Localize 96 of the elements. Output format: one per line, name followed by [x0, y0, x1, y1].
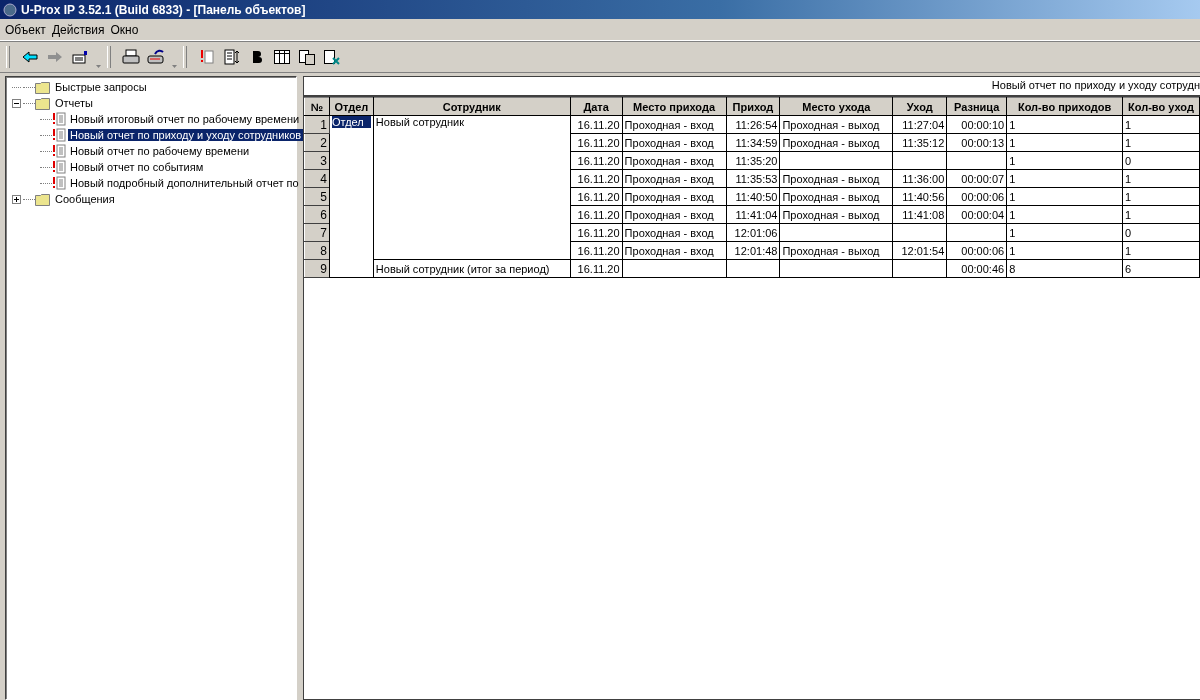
table-cell: 00:00:06 [946, 241, 1007, 260]
table-cell [892, 259, 947, 278]
table-cell: Проходная - вход [622, 169, 726, 188]
menu-item[interactable]: Действия [48, 22, 108, 37]
table-cell: 11:26:54 [726, 115, 780, 134]
table-cell [946, 223, 1007, 242]
window-title: U-Prox IP 3.52.1 (Build 6833) - [Панель объектов] [21, 2, 306, 17]
table-cell: 1 [1006, 115, 1123, 134]
collapse-toggle[interactable] [12, 98, 21, 108]
table-cell: Проходная - вход [622, 133, 726, 152]
column-header[interactable]: Место ухода [779, 97, 893, 116]
table-cell: 1 [1122, 241, 1200, 260]
column-header[interactable]: Дата [570, 97, 623, 116]
table-cell: Новый сотрудник [373, 115, 571, 260]
tree-item[interactable]: Быстрые запросы [53, 81, 149, 93]
table-cell: 12:01:06 [726, 223, 780, 242]
table-cell: 1 [1006, 241, 1123, 260]
table-cell: 0 [1122, 223, 1200, 242]
table-cell: Проходная - выход [779, 241, 893, 260]
table-cell: 11:41:04 [726, 205, 780, 224]
table-cell: 16.11.20 [570, 259, 623, 278]
table-cell: 00:00:04 [946, 205, 1007, 224]
tree-item[interactable]: Новый итоговый отчет по рабочему времени [68, 113, 302, 125]
table-cell: 16.11.20 [570, 169, 623, 188]
table-cell: 16.11.20 [570, 115, 623, 134]
table-cell: 11:40:50 [726, 187, 780, 206]
column-header[interactable]: Разница [946, 97, 1007, 116]
table-cell: 1 [1122, 169, 1200, 188]
table-cell: 1 [1006, 133, 1123, 152]
table-cell: 11:35:12 [892, 133, 947, 152]
table-cell: 1 [1006, 151, 1123, 170]
tree-item[interactable]: Новый подробный дополнительный отчет по [68, 177, 301, 189]
table-cell: 11:36:00 [892, 169, 947, 188]
table-cell: 1 [1006, 187, 1123, 206]
table-cell: 16.11.20 [570, 187, 623, 206]
tree-item[interactable]: Отчеты [53, 97, 96, 109]
column-header[interactable]: № [304, 97, 330, 116]
table-cell: 8 [1006, 259, 1123, 278]
column-header[interactable]: Приход [726, 97, 780, 116]
column-header[interactable]: Кол-во приходов [1006, 97, 1123, 116]
table-cell: 11:27:04 [892, 115, 947, 134]
table-cell: 00:00:07 [946, 169, 1007, 188]
table-cell: 00:00:10 [946, 115, 1007, 134]
table-cell: 00:00:13 [946, 133, 1007, 152]
column-header[interactable]: Место прихода [622, 97, 726, 116]
app-icon [3, 2, 17, 17]
table-cell: 0 [1122, 151, 1200, 170]
expand-toggle[interactable] [12, 194, 21, 204]
table-cell: 1 [1006, 169, 1123, 188]
table-cell: Проходная - вход [622, 223, 726, 242]
menu-item[interactable]: Объект [2, 22, 49, 37]
table-cell: Проходная - вход [622, 241, 726, 260]
table-cell: Проходная - выход [779, 205, 893, 224]
column-header[interactable]: Кол-во уход [1122, 97, 1200, 116]
table-cell: 1 [1122, 187, 1200, 206]
table-cell: Новый сотрудник (итог за период) [373, 259, 571, 278]
tree-item[interactable]: Сообщения [53, 193, 117, 205]
table-cell: 12:01:48 [726, 241, 780, 260]
table-cell: 1 [1122, 133, 1200, 152]
table-cell: 1 [1122, 205, 1200, 224]
table-cell: 16.11.20 [570, 241, 623, 260]
tree-item[interactable]: Новый отчет по событиям [68, 161, 206, 173]
table-cell: 11:40:56 [892, 187, 947, 206]
table-cell: Проходная - вход [622, 205, 726, 224]
table-cell: Проходная - выход [779, 133, 893, 152]
table-cell: 16.11.20 [570, 133, 623, 152]
table-cell: Проходная - выход [779, 187, 893, 206]
table-cell: 11:35:53 [726, 169, 780, 188]
table-cell: Проходная - выход [779, 169, 893, 188]
tree-item[interactable]: Новый отчет по рабочему времени [68, 145, 252, 157]
column-header[interactable]: Сотрудник [373, 97, 571, 116]
table-cell: 16.11.20 [570, 223, 623, 242]
table-cell: 6 [1122, 259, 1200, 278]
table-cell: 16.11.20 [570, 205, 623, 224]
table-cell [946, 151, 1007, 170]
table-cell: 16.11.20 [570, 151, 623, 170]
table-cell: 1 [1006, 205, 1123, 224]
menu-item[interactable]: Окно [107, 22, 142, 37]
table-cell: 00:00:46 [946, 259, 1007, 278]
tree-item[interactable]: Новый отчет по приходу и уходу сотрудников [68, 129, 304, 141]
table-cell: Проходная - вход [622, 115, 726, 134]
table-cell: 11:35:20 [726, 151, 780, 170]
table-cell [726, 259, 780, 278]
table-cell [892, 223, 947, 242]
column-header[interactable]: Уход [892, 97, 947, 116]
table-cell: 12:01:54 [892, 241, 947, 260]
table-cell: Проходная - вход [622, 151, 726, 170]
table-cell: 1 [1006, 223, 1123, 242]
table-cell: 11:34:59 [726, 133, 780, 152]
table-cell: Проходная - вход [622, 187, 726, 206]
table-cell: 11:41:08 [892, 205, 947, 224]
table-cell: Проходная - выход [779, 115, 893, 134]
table-cell: 1 [1122, 115, 1200, 134]
column-header[interactable]: Отдел [329, 97, 374, 116]
table-cell [892, 151, 947, 170]
table-cell: 00:00:06 [946, 187, 1007, 206]
